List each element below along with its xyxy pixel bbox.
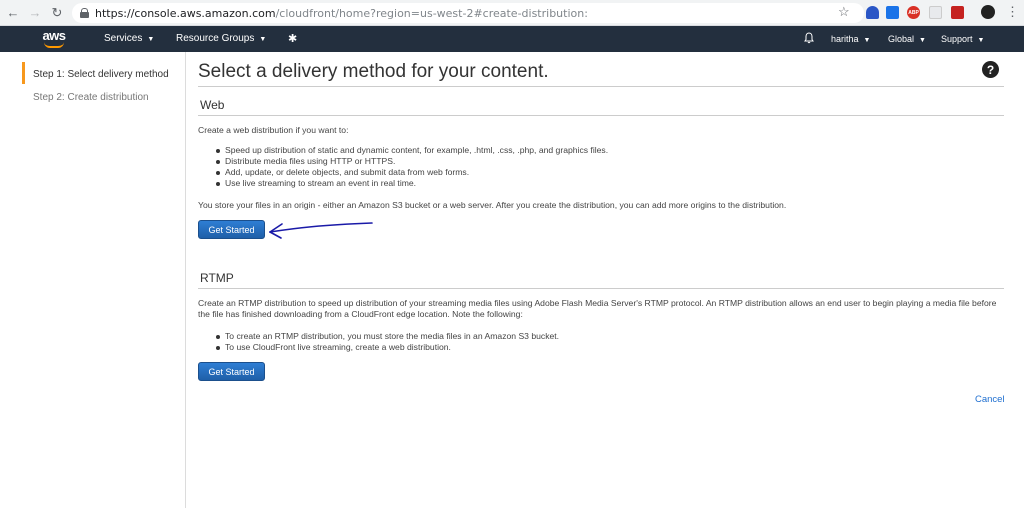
annotation-arrow-icon <box>269 222 373 239</box>
rtmp-bullet-list: To create an RTMP distribution, you must… <box>216 331 559 353</box>
reload-icon[interactable]: ↻ <box>48 4 66 22</box>
web-bullet-list: Speed up distribution of static and dyna… <box>216 145 608 189</box>
browser-menu-icon[interactable]: ⋮ <box>1006 4 1019 20</box>
rtmp-get-started-button[interactable]: Get Started <box>198 362 265 381</box>
aws-top-nav: aws Services ▼ Resource Groups ▼ ✱ haritha… <box>0 26 1024 52</box>
chevron-down-icon: ▼ <box>259 36 267 43</box>
list-item: To create an RTMP distribution, you must… <box>216 331 559 342</box>
wizard-sidebar: Step 1: Select delivery method Step 2: C… <box>0 52 186 508</box>
divider <box>198 86 1004 87</box>
lock-icon <box>80 8 89 18</box>
rtmp-heading: RTMP <box>200 271 234 285</box>
web-get-started-button[interactable]: Get Started <box>198 220 265 239</box>
bookmark-star-icon[interactable]: ☆ <box>838 4 850 20</box>
divider <box>198 115 1004 116</box>
extension-icon[interactable] <box>886 6 899 19</box>
forward-icon[interactable]: → <box>26 4 44 22</box>
support-menu[interactable]: Support ▼ <box>941 34 984 44</box>
back-icon[interactable]: ← <box>4 4 22 22</box>
list-item: Distribute media files using HTTP or HTT… <box>216 156 608 167</box>
web-heading: Web <box>200 98 225 112</box>
cancel-link[interactable]: Cancel <box>975 394 1005 405</box>
address-bar[interactable]: https://console.aws.amazon.com/cloudfron… <box>72 3 864 23</box>
region-menu[interactable]: Global ▼ <box>888 34 926 44</box>
adblock-extension-icon[interactable]: ABP <box>907 6 920 19</box>
extension-icon[interactable] <box>951 6 964 19</box>
services-menu[interactable]: Services ▼ <box>104 33 154 44</box>
chevron-down-icon: ▼ <box>977 37 985 44</box>
step-create-distribution[interactable]: Step 2: Create distribution <box>33 92 149 103</box>
chevron-down-icon: ▼ <box>147 36 155 43</box>
extension-icon[interactable] <box>866 6 879 19</box>
chevron-down-icon: ▼ <box>863 37 871 44</box>
rtmp-intro: Create an RTMP distribution to speed up … <box>198 298 997 319</box>
profile-avatar-icon[interactable] <box>981 5 995 19</box>
list-item: Use live streaming to stream an event in… <box>216 178 608 189</box>
step-select-delivery-method[interactable]: Step 1: Select delivery method <box>22 62 169 84</box>
list-item: Add, update, or delete objects, and subm… <box>216 167 608 178</box>
user-menu[interactable]: haritha ▼ <box>831 34 870 44</box>
browser-toolbar: ← → ↻ https://console.aws.amazon.com/clo… <box>0 0 1024 26</box>
web-origin-note: You store your files in an origin - eith… <box>198 200 787 210</box>
pin-icon[interactable]: ✱ <box>288 32 297 45</box>
list-item: Speed up distribution of static and dyna… <box>216 145 608 156</box>
bell-icon[interactable] <box>804 32 814 44</box>
help-icon[interactable]: ? <box>982 61 999 78</box>
chevron-down-icon: ▼ <box>919 37 926 44</box>
aws-smile-icon <box>44 42 64 48</box>
list-item: To use CloudFront live streaming, create… <box>216 342 559 353</box>
extension-icon[interactable] <box>929 6 942 19</box>
url-host: https://console.aws.amazon.com <box>95 6 276 20</box>
web-intro: Create a web distribution if you want to… <box>198 125 349 135</box>
aws-logo[interactable]: aws <box>41 28 67 50</box>
page-title: Select a delivery method for your conten… <box>198 61 549 82</box>
resource-groups-menu[interactable]: Resource Groups ▼ <box>176 33 266 44</box>
url-path: /cloudfront/home?region=us-west-2#create… <box>275 6 588 20</box>
divider <box>198 288 1004 289</box>
